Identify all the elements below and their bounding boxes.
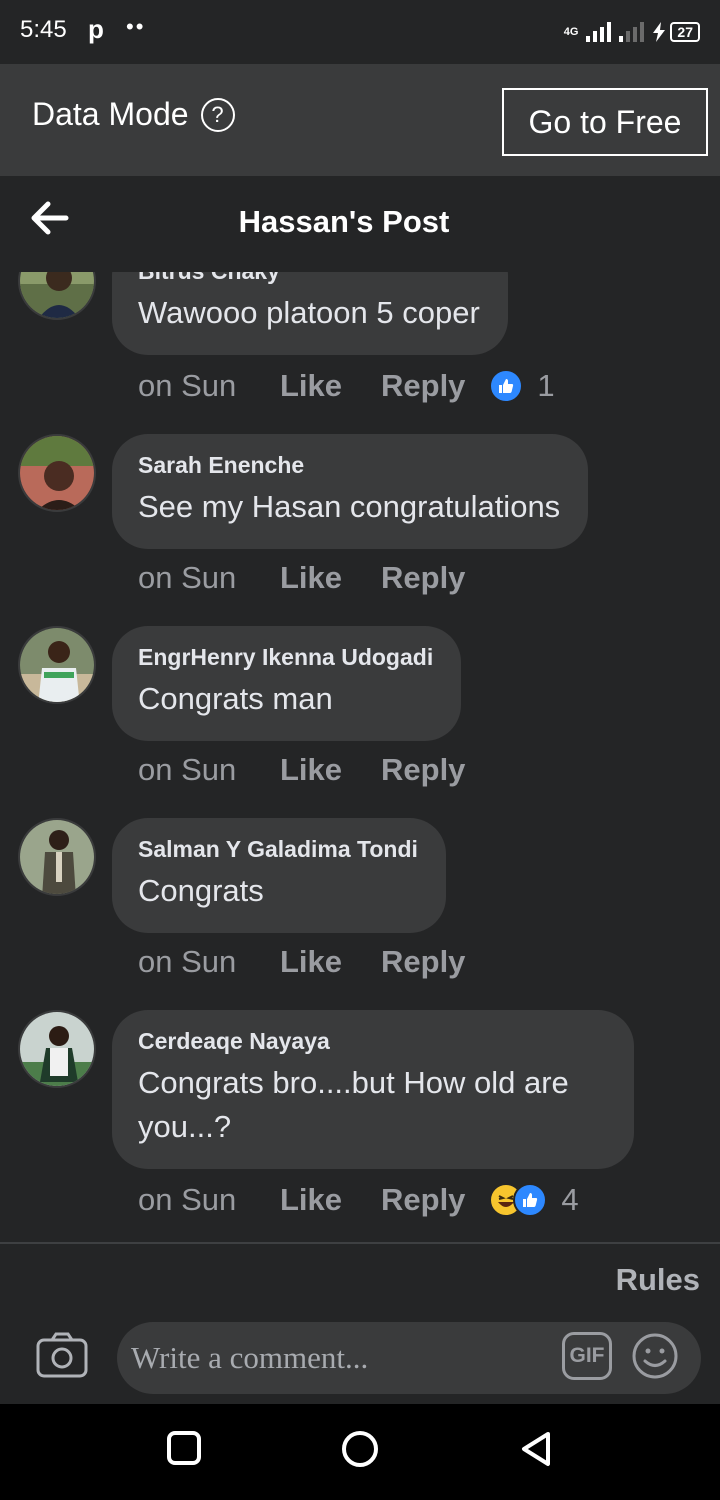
comment-text: Congrats — [138, 873, 264, 908]
signal-strength-icon — [586, 22, 612, 42]
comment-actions: on Sun Like Reply 4 — [138, 1182, 579, 1218]
comment-box[interactable]: GIF — [117, 1322, 701, 1394]
comment-text: See my Hasan congratulations — [138, 489, 561, 524]
reply-button[interactable]: Reply — [381, 752, 465, 788]
comment-time[interactable]: on Sun — [138, 1182, 280, 1218]
avatar[interactable] — [18, 626, 96, 704]
comment-list[interactable]: Bitrus Chaky Wawooo platoon 5 coper on S… — [0, 272, 720, 1242]
rules-link[interactable]: Rules — [616, 1262, 700, 1298]
reaction-count: 1 — [537, 368, 555, 403]
recents-square-icon[interactable] — [166, 1430, 202, 1466]
comment-text: Congrats man — [138, 681, 333, 716]
gif-icon[interactable]: GIF — [562, 1332, 612, 1380]
comment-actions: on Sun Like Reply — [138, 752, 465, 788]
network-type-label: 4G — [563, 26, 579, 38]
like-reaction-icon — [513, 1183, 548, 1217]
comment-bubble[interactable]: Sarah Enenche See my Hasan congratulatio… — [112, 434, 589, 549]
comment-author[interactable]: Bitrus Chaky — [138, 272, 480, 285]
comment-text: Congrats bro....but How old are you...? — [138, 1065, 569, 1144]
comment-time[interactable]: on Sun — [138, 560, 280, 596]
signal-strength-icon-2 — [619, 22, 645, 42]
go-to-free-button[interactable]: Go to Free — [502, 88, 708, 156]
comment-bubble[interactable]: EngrHenry Ikenna Udogadi Congrats man — [112, 626, 462, 741]
help-circle-icon[interactable]: ? — [200, 97, 235, 132]
charging-bolt-icon — [653, 22, 666, 42]
like-button[interactable]: Like — [280, 752, 381, 788]
app-notification-icon: p — [88, 14, 104, 44]
page-title: Hassan's Post — [238, 204, 450, 239]
like-button[interactable]: Like — [280, 368, 381, 404]
back-triangle-icon[interactable] — [518, 1430, 554, 1468]
comment-bubble[interactable]: Cerdeaqe Nayaya Congrats bro....but How … — [112, 1010, 634, 1169]
reply-button[interactable]: Reply — [381, 1182, 465, 1218]
comment-time[interactable]: on Sun — [138, 752, 280, 788]
comment-time[interactable]: on Sun — [138, 944, 280, 980]
battery-level: 27 — [670, 22, 700, 42]
comment-author[interactable]: Sarah Enenche — [138, 452, 560, 479]
battery-icon: 27 — [652, 22, 700, 42]
comment-author[interactable]: Cerdeaqe Nayaya — [138, 1028, 606, 1055]
comment-input[interactable] — [131, 1334, 551, 1382]
like-button[interactable]: Like — [280, 944, 381, 980]
like-reaction-icon — [489, 369, 524, 403]
home-circle-icon[interactable] — [341, 1430, 379, 1468]
comment-actions: on Sun Like Reply 1 — [138, 368, 555, 404]
data-mode-info[interactable]: Data Mode ? — [32, 96, 235, 133]
like-button[interactable]: Like — [280, 560, 381, 596]
data-mode-label: Data Mode — [32, 96, 189, 132]
comment-bubble[interactable]: Bitrus Chaky Wawooo platoon 5 coper — [112, 272, 508, 355]
avatar[interactable] — [18, 818, 96, 896]
reply-button[interactable]: Reply — [381, 944, 465, 980]
status-time: 5:45 — [20, 16, 67, 43]
comment-author[interactable]: EngrHenry Ikenna Udogadi — [138, 644, 433, 671]
comment-actions: on Sun Like Reply — [138, 944, 465, 980]
more-notifications-indicator: •• — [126, 14, 146, 39]
reply-button[interactable]: Reply — [381, 560, 465, 596]
like-button[interactable]: Like — [280, 1182, 381, 1218]
comment-actions: on Sun Like Reply — [138, 560, 465, 596]
comment-time[interactable]: on Sun — [138, 368, 280, 404]
emoji-smile-icon[interactable] — [631, 1330, 679, 1382]
reaction-summary[interactable]: 4 — [489, 1182, 579, 1218]
status-indicators: 4G 27 — [564, 16, 700, 48]
comment-bubble[interactable]: Salman Y Galadima Tondi Congrats — [112, 818, 446, 933]
avatar[interactable] — [18, 272, 96, 320]
reaction-count: 4 — [561, 1182, 579, 1217]
camera-icon[interactable] — [36, 1332, 88, 1378]
reaction-summary[interactable]: 1 — [489, 368, 555, 404]
comment-author[interactable]: Salman Y Galadima Tondi — [138, 836, 418, 863]
avatar[interactable] — [18, 1010, 96, 1088]
avatar[interactable] — [18, 434, 96, 512]
reply-button[interactable]: Reply — [381, 368, 465, 404]
comment-text: Wawooo platoon 5 coper — [138, 295, 480, 330]
